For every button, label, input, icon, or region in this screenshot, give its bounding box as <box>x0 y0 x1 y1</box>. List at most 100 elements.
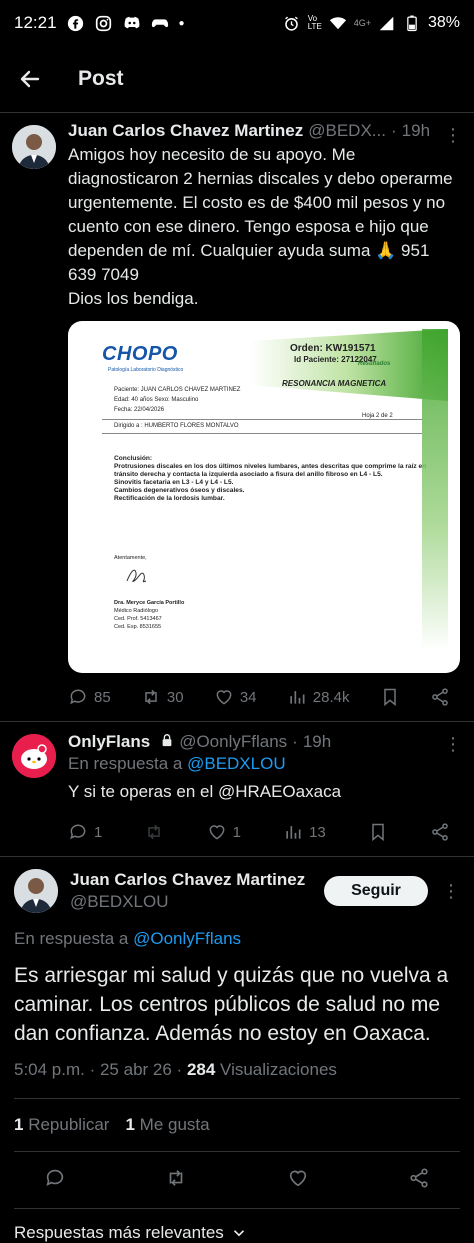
top-app-bar: Post <box>0 46 474 113</box>
author-name[interactable]: OnlyFlans <box>68 732 150 752</box>
status-time: 12:21 <box>14 13 57 32</box>
engagement-stats: 1 Republicar 1 Me gusta <box>14 1099 460 1152</box>
analytics-icon <box>290 691 305 704</box>
tweet-text: Es arriesgar mi salud y quizás que no vu… <box>14 964 449 1045</box>
reply-button[interactable] <box>44 1167 66 1194</box>
like-button[interactable] <box>287 1167 309 1194</box>
tweet-time: 19h <box>302 732 332 751</box>
notification-dot-icon: ● <box>178 17 185 29</box>
author-name[interactable]: Juan Carlos Chavez Martinez <box>68 121 303 141</box>
like-count: 34 <box>239 688 257 706</box>
reply-button[interactable]: 1 <box>68 822 102 842</box>
repost-button[interactable] <box>165 1167 187 1194</box>
report-doctor-block: Dra. Meryce García Portillo Médico Radió… <box>114 599 184 631</box>
reposts-count: 1 <box>14 1115 24 1134</box>
more-options-icon[interactable]: ⋮ <box>444 125 462 146</box>
reposts-label: Republicar <box>28 1115 110 1134</box>
replies-sort-selector[interactable]: Respuestas más relevantes <box>14 1209 460 1243</box>
tweet-text: Y si te operas en el @HRAEOaxaca <box>68 782 342 801</box>
follow-button[interactable]: Seguir <box>324 876 428 906</box>
separator-dot: · <box>292 732 298 751</box>
chopo-logo: CHOPO <box>102 343 178 365</box>
tweet-actions: 1 1 13 <box>68 808 460 856</box>
author-name[interactable]: Juan Carlos Chavez Martinez <box>70 870 305 890</box>
bookmark-button[interactable] <box>368 822 388 842</box>
battery-percent: 38% <box>427 14 460 31</box>
heart-icon <box>209 825 225 840</box>
reply-context: En respuesta a @BEDXLOU <box>68 754 460 774</box>
tweet-original[interactable]: Juan Carlos Chavez Martinez @BEDX... · 1… <box>0 113 474 722</box>
report-study-type: RESONANCIA MAGNETICA <box>282 379 387 388</box>
views-button[interactable]: 28.4k <box>287 687 349 707</box>
author-handle[interactable]: @BEDX... <box>308 121 386 141</box>
doctor-role: Médico Radiólogo <box>114 608 159 614</box>
page-title: Post <box>78 67 124 90</box>
more-options-icon[interactable]: ⋮ <box>442 881 460 902</box>
report-addressed-to: Dirigido a : HUMBERTO FLORES MONTALVO <box>114 423 239 429</box>
bookmark-icon <box>383 688 396 707</box>
share-button[interactable] <box>408 1167 430 1194</box>
report-date: Fecha: 22/04/2026 <box>114 407 165 413</box>
reply-prefix: En respuesta a <box>14 929 129 948</box>
report-patient-name: Paciente: JUAN CARLOS CHAVEZ MARTINEZ <box>114 387 241 393</box>
report-results-label: Resultados <box>358 361 391 367</box>
like-button[interactable]: 34 <box>214 687 257 707</box>
like-count: 1 <box>232 823 241 841</box>
repost-button[interactable] <box>144 822 164 842</box>
alarm-icon <box>283 14 301 32</box>
reply-count: 85 <box>94 688 111 706</box>
share-button[interactable] <box>430 822 450 842</box>
tweet-header: Juan Carlos Chavez Martinez @BEDX... · 1… <box>68 121 460 141</box>
author-names: Juan Carlos Chavez Martinez @BEDXLOU <box>70 870 305 912</box>
tweet-media-image[interactable]: CHOPO Patología Laboratorio Diagnóstico … <box>68 321 460 673</box>
facebook-icon <box>67 14 85 32</box>
views-label[interactable]: Visualizaciones <box>220 1060 337 1079</box>
wifi-icon <box>329 14 347 32</box>
repost-button[interactable]: 30 <box>141 687 184 707</box>
reply-icon <box>46 1169 64 1186</box>
share-icon <box>432 688 448 706</box>
doctor-specialty-license: Ced. Esp. 8531655 <box>114 624 162 630</box>
repost-count: 30 <box>166 688 184 706</box>
tweet-reply[interactable]: OnlyFlans @OonlyFflans · 19h ⋮ En respue… <box>0 722 474 857</box>
report-conclusion-text: Protrusiones discales en los dos últimos… <box>114 463 426 502</box>
tweet-header: OnlyFlans @OonlyFflans · 19h <box>68 732 460 752</box>
sort-label: Respuestas más relevantes <box>14 1223 224 1242</box>
reply-icon <box>70 824 86 840</box>
chopo-logo-subtitle: Patología Laboratorio Diagnóstico <box>108 367 184 373</box>
reply-to-link[interactable]: @OonlyFflans <box>133 929 241 948</box>
avatar[interactable] <box>12 734 56 778</box>
medical-report-document: CHOPO Patología Laboratorio Diagnóstico … <box>90 329 448 651</box>
more-options-icon[interactable]: ⋮ <box>444 734 462 755</box>
reply-count: 1 <box>94 823 103 841</box>
report-age-sex: Edad: 40 años Sexo: Masculino <box>114 397 199 403</box>
avatar[interactable] <box>14 869 58 913</box>
separator-dot: · <box>390 121 397 140</box>
game-controller-icon <box>151 14 169 32</box>
likes-count: 1 <box>125 1115 135 1134</box>
chevron-down-icon <box>233 1230 244 1237</box>
doctor-signature-icon <box>126 569 147 583</box>
likes-stat[interactable]: 1 Me gusta <box>125 1115 209 1135</box>
reposts-stat[interactable]: 1 Republicar <box>14 1115 109 1135</box>
share-icon <box>410 1167 428 1188</box>
bookmark-button[interactable] <box>380 687 400 707</box>
avatar[interactable] <box>12 125 56 169</box>
views-count: 284 <box>186 1060 216 1079</box>
focused-tweet-actions <box>14 1152 460 1209</box>
share-button[interactable] <box>430 687 450 707</box>
reply-button[interactable]: 85 <box>68 687 111 707</box>
tweet-actions: 85 30 34 28.4k <box>68 673 460 721</box>
doctor-license: Ced. Prof. 5413467 <box>114 616 162 622</box>
bookmark-icon <box>372 823 384 842</box>
like-button[interactable]: 1 <box>207 822 241 842</box>
report-divider <box>102 433 422 434</box>
signal-icon <box>378 14 396 32</box>
back-arrow-icon[interactable] <box>18 67 42 91</box>
repost-icon <box>170 1169 183 1186</box>
network-type: 4G+ <box>353 18 371 28</box>
views-button[interactable]: 13 <box>283 822 326 842</box>
author-handle[interactable]: @BEDXLOU <box>70 892 305 912</box>
reply-to-link[interactable]: @BEDXLOU <box>187 754 286 773</box>
author-handle[interactable]: @OonlyFflans <box>179 732 287 752</box>
